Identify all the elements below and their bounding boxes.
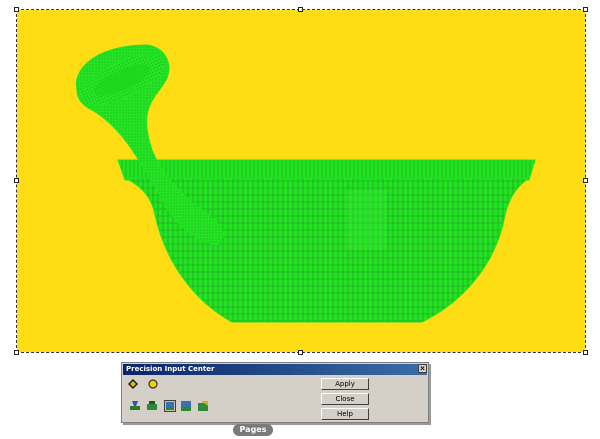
resize-handle-bottom-left[interactable] <box>14 350 19 355</box>
layer-tool-2-icon[interactable] <box>147 401 157 411</box>
plane-diamond-icon[interactable] <box>128 379 138 389</box>
resize-handle-top-left[interactable] <box>14 7 19 12</box>
dialog-title: Precision Input Center <box>123 364 427 375</box>
resize-handle-top-center[interactable] <box>298 7 303 12</box>
resize-handle-middle-left[interactable] <box>14 178 19 183</box>
selection-frame <box>16 9 586 353</box>
layer-tool-5-icon[interactable] <box>198 401 208 411</box>
layer-tool-3-icon[interactable] <box>164 400 176 412</box>
dialog-close-button[interactable]: × <box>418 364 427 373</box>
layer-tool-4-icon[interactable] <box>181 401 191 411</box>
pages-tab[interactable]: Pages <box>233 424 273 436</box>
apply-button[interactable]: Apply <box>321 378 369 390</box>
precision-input-dialog: Precision Input Center × Apply Close Hel… <box>121 362 429 423</box>
layer-tool-1-icon[interactable] <box>130 401 140 411</box>
circle-icon[interactable] <box>148 379 158 389</box>
resize-handle-top-right[interactable] <box>583 7 588 12</box>
resize-handle-bottom-right[interactable] <box>583 350 588 355</box>
resize-handle-middle-right[interactable] <box>583 178 588 183</box>
close-button[interactable]: Close <box>321 393 369 405</box>
help-button[interactable]: Help <box>321 408 369 420</box>
resize-handle-bottom-center[interactable] <box>298 350 303 355</box>
